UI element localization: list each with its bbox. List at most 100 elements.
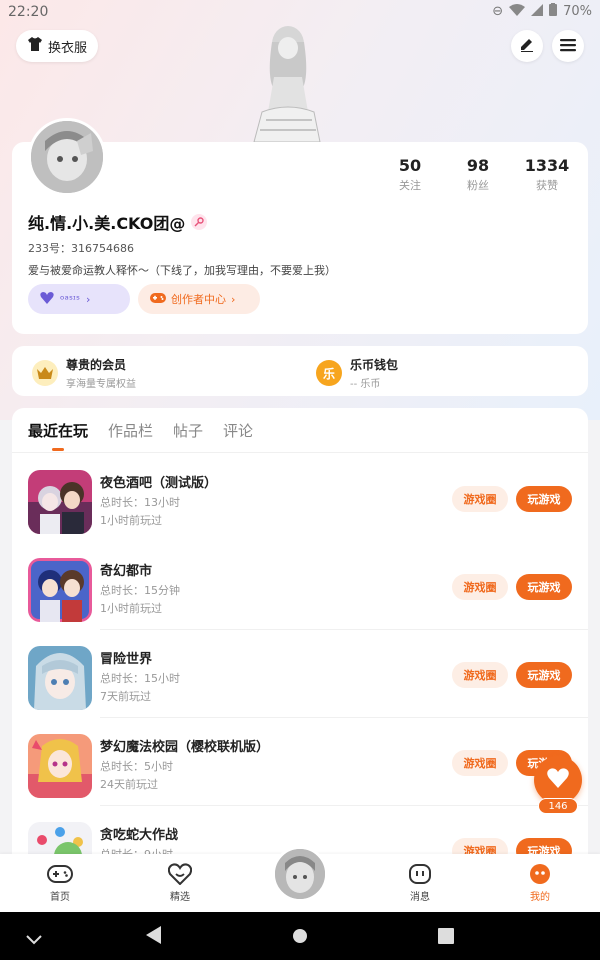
game-duration: 总时长：5小时	[100, 760, 173, 773]
tag-pill-text: ᵒᵃˢᶦˢ	[60, 292, 80, 306]
game-name: 梦幻魔法校园（樱校联机版）	[100, 740, 270, 755]
game-name: 冒险世界	[100, 652, 153, 667]
nav-messages-label: 消息	[410, 892, 430, 903]
game-last-played: 24天前玩过	[100, 778, 158, 791]
dnd-icon: ⊖	[492, 4, 504, 19]
chevron-down-icon[interactable]	[26, 930, 42, 949]
message-nav-icon	[390, 862, 450, 886]
shirt-icon	[27, 37, 43, 55]
floating-heart-count: 146	[538, 798, 578, 814]
game-name: 夜色酒吧（测试版）	[100, 476, 218, 491]
menu-button[interactable]	[552, 30, 584, 62]
game-name: 贪吃蛇大作战	[100, 828, 179, 843]
game-row[interactable]: 冒险世界 总时长：15小时 7天前玩过 游戏圈 玩游戏	[12, 630, 588, 718]
game-last-played: 7天前玩过	[100, 690, 151, 703]
status-time: 22:20	[8, 4, 49, 20]
coin-icon: 乐	[316, 360, 342, 386]
content-card: 最近在玩 作品栏 帖子 评论 夜色酒吧（测试版） 总时长：13小时 1小时前玩过…	[12, 408, 588, 878]
crown-icon	[32, 360, 58, 386]
change-outfit-label: 换衣服	[47, 40, 87, 56]
vip-subtitle: 享海量专属权益	[66, 379, 136, 390]
stat-followers-value: 98	[466, 156, 490, 175]
nav-featured[interactable]: 精选	[150, 862, 210, 903]
wallet-entry[interactable]: 乐 乐币钱包 -- 乐币	[316, 356, 398, 390]
avatar-3d-figure[interactable]	[236, 22, 336, 143]
hamburger-icon	[560, 37, 576, 56]
battery-icon	[549, 3, 558, 20]
tab-recently-played[interactable]: 最近在玩	[28, 420, 88, 441]
vip-membership-entry[interactable]: 尊贵的会员 享海量专属权益	[32, 356, 136, 390]
nav-avatar-center[interactable]	[272, 846, 328, 902]
stat-likes[interactable]: 1334 获赞	[512, 156, 582, 193]
stat-likes-label: 获赞	[536, 179, 558, 192]
game-circle-button[interactable]: 游戏圈	[452, 750, 508, 776]
game-icon	[28, 470, 92, 534]
game-last-played: 1小时前玩过	[100, 514, 162, 527]
game-duration: 总时长：15分钟	[100, 584, 180, 597]
game-row[interactable]: 梦幻魔法校园（樱校联机版） 总时长：5小时 24天前玩过 游戏圈 玩游戏	[12, 718, 588, 806]
key-icon[interactable]	[191, 214, 208, 230]
game-circle-button[interactable]: 游戏圈	[452, 574, 508, 600]
chevron-right-icon: ›	[231, 292, 236, 306]
coin-icon-char: 乐	[322, 366, 335, 381]
profile-avatar[interactable]	[28, 118, 106, 196]
stat-following-value: 50	[398, 156, 422, 175]
heart-tag-icon	[40, 291, 54, 307]
game-row[interactable]: 夜色酒吧（测试版） 总时长：13小时 1小时前玩过 游戏圈 玩游戏	[12, 454, 588, 542]
stat-following[interactable]: 50 关注	[378, 156, 442, 193]
tag-pill[interactable]: ᵒᵃˢᶦˢ ›	[28, 284, 130, 314]
vip-wallet-card: 尊贵的会员 享海量专属权益 乐 乐币钱包 -- 乐币	[12, 346, 588, 396]
status-icons: ⊖ 70%	[492, 3, 592, 20]
wifi-icon	[509, 3, 526, 20]
home-icon[interactable]	[292, 928, 308, 948]
nav-me-label: 我的	[530, 892, 550, 903]
play-game-button[interactable]: 玩游戏	[516, 662, 572, 688]
play-game-button[interactable]: 玩游戏	[516, 486, 572, 512]
tab-comments[interactable]: 评论	[223, 420, 253, 441]
profile-card: 50 关注 98 粉丝 1334 获赞 纯.情.小.美.CKO团@ 233号：3…	[12, 118, 588, 334]
stat-followers[interactable]: 98 粉丝	[442, 156, 514, 193]
play-game-button[interactable]: 玩游戏	[516, 574, 572, 600]
tab-posts[interactable]: 帖子	[173, 420, 203, 441]
stat-following-label: 关注	[399, 179, 421, 192]
heart-icon	[547, 768, 569, 792]
back-icon[interactable]	[146, 926, 162, 948]
floating-heart-button[interactable]	[534, 756, 582, 804]
nav-me[interactable]: 我的	[510, 862, 570, 903]
profile-tabs: 最近在玩 作品栏 帖子 评论	[28, 420, 253, 441]
gamepad-nav-icon	[30, 862, 90, 886]
game-circle-button[interactable]: 游戏圈	[452, 486, 508, 512]
game-icon	[28, 734, 92, 798]
battery-percent: 70%	[563, 4, 592, 19]
tab-indicator	[52, 448, 64, 451]
me-nav-icon	[510, 862, 570, 886]
nav-home-label: 首页	[50, 892, 70, 903]
edit-profile-button[interactable]	[511, 30, 543, 62]
recents-icon[interactable]	[438, 928, 454, 948]
wallet-title: 乐币钱包	[350, 358, 399, 372]
game-duration: 总时长：15小时	[100, 672, 180, 685]
nav-home[interactable]: 首页	[30, 862, 90, 903]
game-row[interactable]: 奇幻都市 总时长：15分钟 1小时前玩过 游戏圈 玩游戏	[12, 542, 588, 630]
stat-likes-value: 1334	[524, 156, 570, 175]
user-bio: 爱与被爱命运教人释怀～（下线了，加我写理由，不要爱上我）	[28, 264, 336, 277]
system-navigation-bar	[0, 912, 600, 960]
gamepad-icon	[150, 292, 166, 307]
pen-icon	[519, 36, 535, 56]
nav-messages[interactable]: 消息	[390, 862, 450, 903]
creator-center-button[interactable]: 创作者中心 ›	[138, 284, 260, 314]
tab-works[interactable]: 作品栏	[108, 420, 153, 441]
game-circle-button[interactable]: 游戏圈	[452, 662, 508, 688]
nav-featured-label: 精选	[170, 892, 190, 903]
stat-followers-label: 粉丝	[467, 179, 489, 192]
user-id: 233号：316754686	[28, 242, 134, 255]
game-icon	[28, 558, 92, 622]
tabs-divider	[12, 452, 588, 453]
username-text: 纯.情.小.美.CKO团@	[28, 214, 186, 233]
bottom-navigation: 首页 精选 消息 我的	[0, 846, 600, 912]
chevron-right-icon: ›	[85, 292, 91, 306]
creator-center-label: 创作者中心	[171, 293, 226, 306]
change-outfit-button[interactable]: 换衣服	[16, 30, 98, 62]
profile-stats: 50 关注 98 粉丝 1334 获赞	[380, 156, 582, 193]
game-duration: 总时长：13小时	[100, 496, 180, 509]
